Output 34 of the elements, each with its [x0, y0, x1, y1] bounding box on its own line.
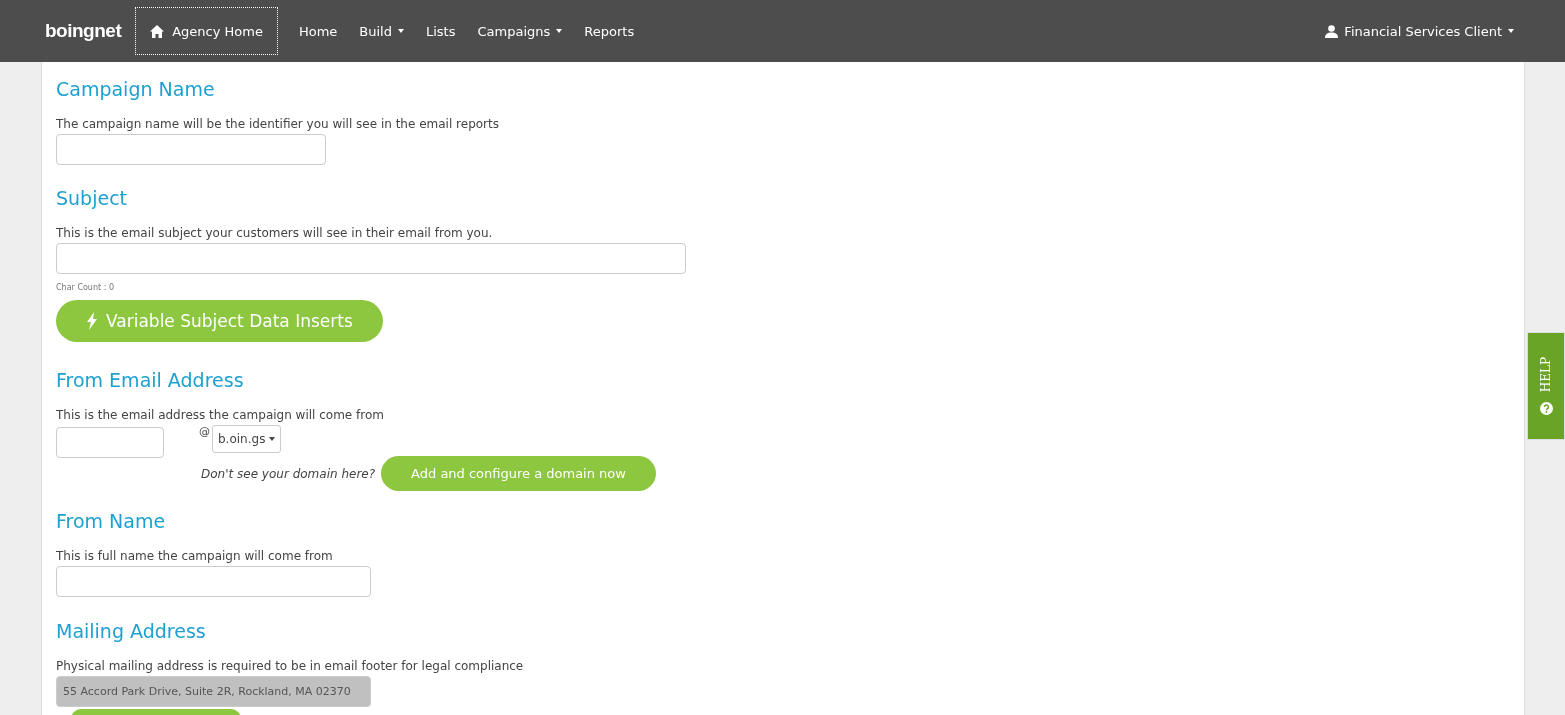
agency-home-link[interactable]: Agency Home [135, 7, 278, 55]
from-name-field[interactable] [56, 566, 371, 597]
field-description: This is the email address the campaign will come from [56, 407, 385, 423]
caret-icon [269, 437, 276, 441]
nav-link[interactable]: Reports [573, 23, 646, 39]
email-local-field[interactable] [56, 427, 164, 458]
campaign-name-field[interactable] [56, 134, 326, 165]
user-menu[interactable]: Financial Services Client [1314, 23, 1525, 39]
section-heading: From Email Address [56, 368, 245, 393]
subject-field[interactable] [56, 243, 686, 274]
section-heading: Campaign Name [56, 77, 216, 102]
nav-link[interactable]: Lists [415, 23, 467, 39]
field-description: This is full name the campaign will come from [56, 548, 334, 564]
nav-link[interactable]: Build [348, 23, 415, 39]
caret-icon [398, 29, 404, 33]
user-icon [1325, 24, 1339, 38]
caret-icon [1508, 29, 1514, 33]
home-icon [150, 24, 165, 38]
question-icon [1539, 402, 1553, 416]
domain-hint: Don't see your domain here? [201, 466, 376, 481]
nav-link[interactable]: Campaigns [466, 23, 574, 39]
field-description: The campaign name will be the identifier you will see in the email reports [56, 116, 500, 132]
section-heading: From Name [56, 509, 167, 534]
caret-icon [556, 29, 563, 33]
field-description: This is the email subject your customers will see in their email from you. [56, 225, 494, 241]
lightning-icon [86, 312, 98, 330]
at-sign: @ [199, 425, 210, 438]
domain-select[interactable]: b.oin.gs [212, 425, 282, 453]
field-description: Physical mailing address is required to be in email footer for legal compliance [56, 658, 525, 674]
brand-logo[interactable]: boingnet [45, 20, 122, 42]
section-heading: Mailing Address [56, 619, 207, 644]
char-count: Char Count : 0 [56, 283, 116, 292]
section-heading: Subject [56, 186, 129, 211]
nav-link[interactable]: Home [287, 23, 349, 39]
